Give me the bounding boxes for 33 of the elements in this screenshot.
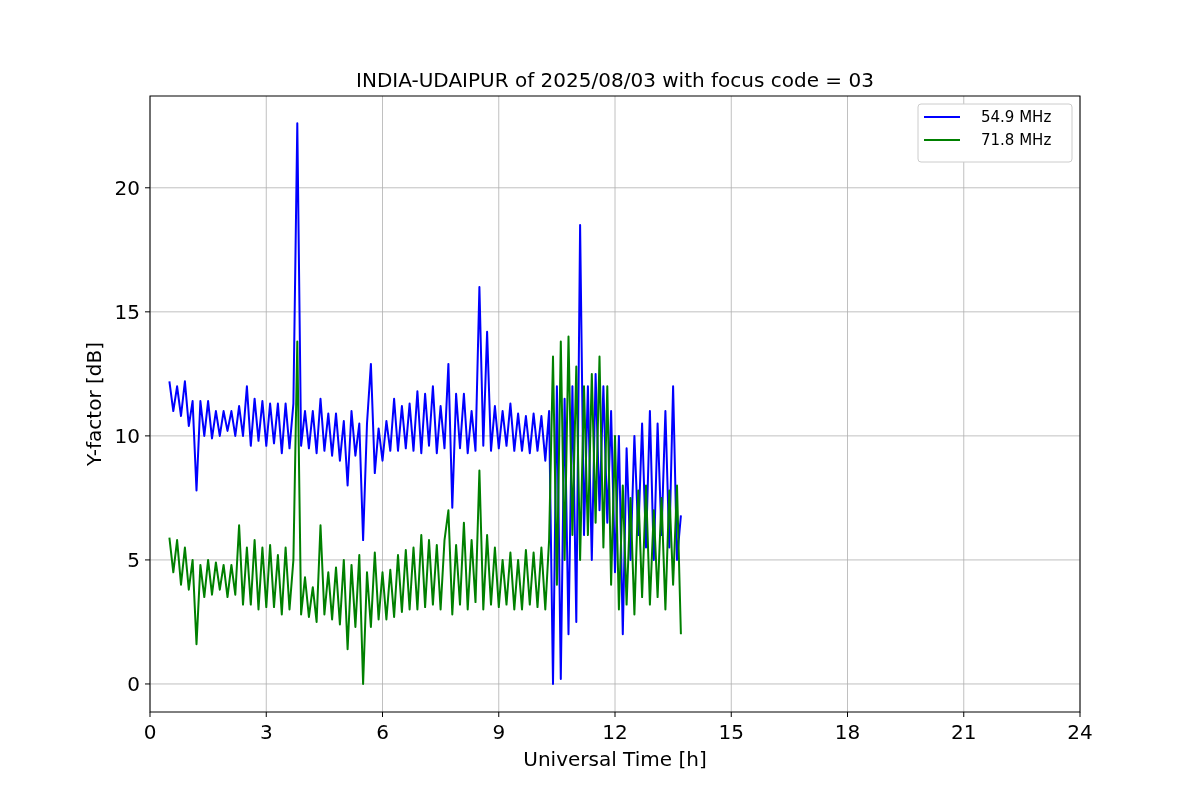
tick-label: 15 xyxy=(114,299,140,324)
tick-label: 12 xyxy=(602,720,628,744)
tick-label: 6 xyxy=(376,720,389,744)
tick-mark xyxy=(144,435,151,437)
legend-label: 54.9 MHz xyxy=(981,108,1052,126)
tick-label: 10 xyxy=(114,423,140,448)
tick-mark xyxy=(144,559,151,561)
tick-mark xyxy=(149,711,151,718)
tick-label: 5 xyxy=(127,547,140,572)
tick-mark xyxy=(265,711,267,718)
tick-mark xyxy=(144,683,151,685)
tick-label: 24 xyxy=(1067,720,1093,744)
axis-label: Universal Time [h] xyxy=(523,747,707,771)
tick-label: 15 xyxy=(718,720,744,744)
tick-label: 18 xyxy=(834,720,861,744)
chart-title: INDIA-UDAIPUR of 2025/08/03 with focus code = 03 xyxy=(356,68,874,92)
legend-label: 71.8 MHz xyxy=(981,131,1052,149)
tick-label: 9 xyxy=(492,720,506,744)
tick-mark xyxy=(144,311,151,313)
tick-label: 0 xyxy=(127,671,140,696)
tick-mark xyxy=(614,711,616,718)
tick-label: 21 xyxy=(951,720,977,744)
tick-mark xyxy=(382,711,383,718)
tick-mark xyxy=(963,711,965,718)
tick-label: 20 xyxy=(114,175,140,200)
tick-mark xyxy=(144,187,151,189)
tick-label: 0 xyxy=(143,720,157,744)
tick-mark xyxy=(730,711,732,718)
tick-label: 3 xyxy=(259,720,273,744)
tick-mark xyxy=(847,711,848,718)
tick-mark xyxy=(498,711,500,718)
tick-mark xyxy=(1079,711,1081,718)
axis-label: Y-factor [dB] xyxy=(82,342,106,466)
